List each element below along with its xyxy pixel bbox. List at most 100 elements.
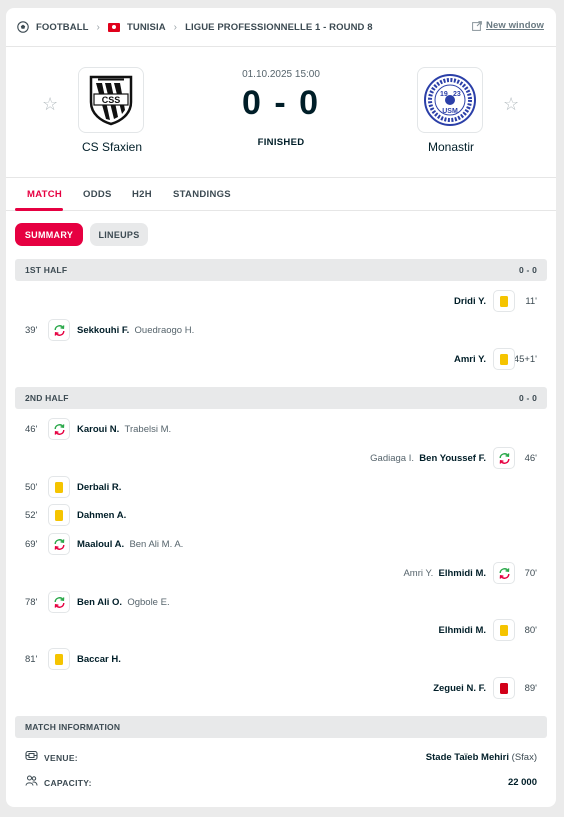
incident-icon-box <box>48 418 70 440</box>
incident-players: Dahmen A. <box>77 510 126 521</box>
second-half-score: 0 - 0 <box>518 393 537 403</box>
favorite-home-star-icon[interactable]: ☆ <box>42 94 58 115</box>
incident-players: Gadiaga I. Ben Youssef F. <box>370 453 486 464</box>
away-team-name[interactable]: Monastir <box>381 140 521 154</box>
breadcrumb-sport[interactable]: FOOTBALL <box>36 22 89 33</box>
incident-players: Baccar H. <box>77 654 121 665</box>
external-link-icon <box>472 20 482 31</box>
tab-standings[interactable]: STANDINGS <box>173 189 231 200</box>
incident-player[interactable]: Maaloul A. <box>77 539 124 550</box>
first-half-header: 1ST HALF 0 - 0 <box>15 259 547 281</box>
incident-sub-player[interactable]: Ogbole E. <box>127 597 169 608</box>
incident-players: Maaloul A. Ben Ali M. A. <box>77 539 183 550</box>
venue-label: VENUE: <box>44 753 78 763</box>
incident-row: 81' Baccar H. <box>15 647 547 673</box>
home-team-name[interactable]: CS Sfaxien <box>42 140 182 154</box>
incident-icon-box <box>48 319 70 341</box>
incident-sub-player[interactable]: Ouedraogo H. <box>135 325 195 336</box>
breadcrumb: FOOTBALL › TUNISIA › LIGUE PROFESSIONNEL… <box>6 8 556 47</box>
yellow-card-icon <box>500 353 508 365</box>
match-tabs: MATCH ODDS H2H STANDINGS <box>6 177 556 211</box>
incident-row: 46' Karoui N. Trabelsi M. <box>15 417 547 443</box>
incident-minute: 46' <box>25 424 38 435</box>
incident-players: Elhmidi M. <box>439 625 487 636</box>
substitution-icon <box>54 538 64 550</box>
incident-icon-box <box>48 476 70 498</box>
tunisia-flag-icon <box>107 22 120 32</box>
away-logo-year-right: 23 <box>453 91 461 98</box>
capacity-label: CAPACITY: <box>44 778 92 788</box>
home-team-logo[interactable]: CSS <box>78 67 144 133</box>
substitution-icon <box>54 324 64 336</box>
incident-row: 69' Maaloul A. Ben Ali M. A. <box>15 532 547 558</box>
breadcrumb-country[interactable]: TUNISIA <box>127 22 166 33</box>
incident-player[interactable]: Dridi Y. <box>454 296 486 307</box>
incident-minute: 52' <box>25 510 38 521</box>
home-logo-text: CSS <box>102 95 121 105</box>
cs-sfaxien-crest: CSS <box>89 75 133 126</box>
incident-minute: 50' <box>25 482 38 493</box>
people-icon <box>25 775 38 786</box>
favorite-away-star-icon[interactable]: ☆ <box>503 94 519 115</box>
active-tab-indicator <box>15 208 63 211</box>
incident-minute: 89' <box>524 683 537 694</box>
tab-h2h[interactable]: H2H <box>132 189 152 200</box>
incident-player[interactable]: Baccar H. <box>77 654 121 665</box>
incident-player[interactable]: Amri Y. <box>454 354 486 365</box>
red-card-icon <box>500 682 508 694</box>
incident-minute: 81' <box>25 654 38 665</box>
breadcrumb-competition[interactable]: LIGUE PROFESSIONNELLE 1 - ROUND 8 <box>185 22 373 33</box>
incident-icon-box <box>493 619 515 641</box>
incident-icon-box <box>493 562 515 584</box>
venue-city: (Sfax) <box>511 752 537 763</box>
incident-sub-player[interactable]: Ben Ali M. A. <box>129 539 183 550</box>
incident-players: Karoui N. Trabelsi M. <box>77 424 171 435</box>
incident-player[interactable]: Karoui N. <box>77 424 119 435</box>
incident-players: Derbali R. <box>77 482 121 493</box>
incident-player[interactable]: Elhmidi M. <box>439 568 487 579</box>
incident-minute: 46' <box>524 453 537 464</box>
chevron-right-icon: › <box>173 21 178 33</box>
incident-player[interactable]: Elhmidi M. <box>439 625 487 636</box>
incident-icon-box <box>48 591 70 613</box>
new-window-link[interactable]: New window <box>472 20 544 31</box>
incident-row: 70' Amri Y. Elhmidi M. <box>15 561 547 587</box>
tab-odds[interactable]: ODDS <box>83 189 112 200</box>
tab-match[interactable]: MATCH <box>27 189 62 200</box>
incident-row: 46' Gadiaga I. Ben Youssef F. <box>15 446 547 472</box>
substitution-icon <box>54 423 64 435</box>
match-card: FOOTBALL › TUNISIA › LIGUE PROFESSIONNEL… <box>6 8 556 807</box>
incident-players: Dridi Y. <box>454 296 486 307</box>
incident-player[interactable]: Ben Youssef F. <box>419 453 486 464</box>
incident-minute: 39' <box>25 325 38 336</box>
incident-player[interactable]: Derbali R. <box>77 482 121 493</box>
incident-player[interactable]: Ben Ali O. <box>77 597 122 608</box>
incident-minute: 78' <box>25 597 38 608</box>
incident-icon-box <box>493 290 515 312</box>
subtab-lineups[interactable]: LINEUPS <box>90 223 148 246</box>
incident-icon-box <box>493 447 515 469</box>
stadium-icon <box>25 750 38 761</box>
away-team-logo[interactable]: 19 23 USM <box>417 67 483 133</box>
match-info-label: MATCH INFORMATION <box>25 722 121 732</box>
first-half-score: 0 - 0 <box>518 265 537 275</box>
capacity-value: 22 000 <box>507 777 537 788</box>
match-status: FINISHED <box>257 137 305 148</box>
incident-sub-player[interactable]: Gadiaga I. <box>370 453 414 464</box>
incident-sub-player[interactable]: Amri Y. <box>403 568 433 579</box>
incident-player[interactable]: Sekkouhi F. <box>77 325 129 336</box>
incident-sub-player[interactable]: Trabelsi M. <box>125 424 172 435</box>
venue-row: VENUE: Stade Taïeb Mehiri (Sfax) <box>15 748 547 768</box>
capacity-row: CAPACITY: 22 000 <box>15 773 547 793</box>
yellow-card-icon <box>500 295 508 307</box>
yellow-card-icon <box>55 653 63 665</box>
incident-row: 39' Sekkouhi F. Ouedraogo H. <box>15 318 547 344</box>
match-info-header: MATCH INFORMATION <box>15 716 547 738</box>
incident-icon-box <box>493 677 515 699</box>
yellow-card-icon <box>55 509 63 521</box>
incident-row: 11' Dridi Y. <box>15 289 547 315</box>
incident-player[interactable]: Zeguei N. F. <box>433 683 486 694</box>
subtab-summary[interactable]: SUMMARY <box>15 223 83 246</box>
incident-row: 50' Derbali R. <box>15 475 547 501</box>
incident-player[interactable]: Dahmen A. <box>77 510 126 521</box>
